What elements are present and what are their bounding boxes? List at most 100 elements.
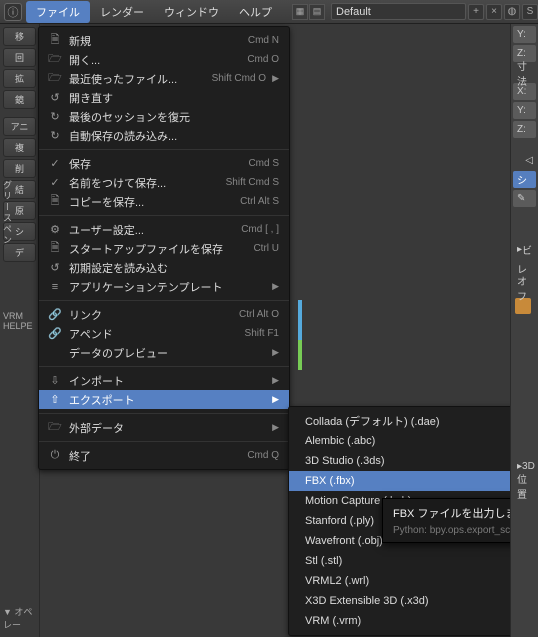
menu-item-shortcut: Ctrl Alt S [240,196,279,207]
menu-item-label: 開き直す [69,90,279,106]
menu-render[interactable]: レンダー [90,1,154,23]
⇧-icon: ⇧ [47,392,63,408]
export-item[interactable]: Stl (.stl) [289,551,533,571]
menu-item[interactable]: ⇩インポート▶ [39,371,289,390]
shelf-sect-0[interactable]: アニ [3,117,36,136]
menu-item-label: インポート [69,373,266,389]
menu-item[interactable]: ⇧エクスポート▶ [39,390,289,409]
tool-move[interactable]: 移 [3,27,36,46]
⏻-icon: ⏻ [47,448,63,464]
menu-item[interactable]: ✓保存Cmd S [39,154,289,173]
export-item[interactable]: Alembic (.abc) [289,431,533,451]
tool-scale[interactable]: 拡 [3,69,36,88]
dim-z[interactable]: Z: [513,121,536,138]
export-item[interactable]: 3D Studio (.3ds) [289,451,533,471]
menu-item[interactable]: 🗎新規Cmd N [39,31,289,50]
menu-item[interactable]: 🗁開く...Cmd O [39,50,289,69]
layout-switcher[interactable]: ▦ ▤ [292,4,325,20]
↻-icon: ↻ [47,109,63,125]
menu-item-shortcut: Cmd N [248,35,279,46]
vrm-helper-label: VRM HELPE [0,307,39,331]
menu-item[interactable]: ↺初期設定を読み込む [39,258,289,277]
⚙-icon: ⚙ [47,222,63,238]
menu-item[interactable]: ⏻ 終了Cmd Q [39,446,289,465]
🔗-icon: 🔗 [47,307,63,323]
panel-pos-label[interactable]: 位置 [513,477,536,494]
menu-item-shortcut: Ctrl Alt O [239,309,279,320]
menu-item-label: アペンド [69,326,245,342]
scene-selector[interactable]: Default [331,3,466,20]
dim-y[interactable]: Y: [513,102,536,119]
menu-item-label: アプリケーションテンプレート [69,279,266,295]
chevron-right-icon: ▶ [272,394,279,405]
menu-item-label: 名前をつけて保存... [69,175,226,191]
pencil-icon[interactable]: ✎ [513,190,536,207]
tooltip-python: Python: bpy.ops.export_scene [393,525,527,536]
🔗-icon: 🔗 [47,326,63,342]
menu-item[interactable]: ↻ 最後のセッションを復元 [39,107,289,126]
shelf-sect-2[interactable]: 削 [3,159,36,178]
menu-item-label: 新規 [69,33,248,49]
menu-help[interactable]: ヘルプ [229,1,282,23]
manipulator-gizmo [290,300,310,380]
menu-item-label: 最近使ったファイル... [69,71,212,87]
menu-item[interactable]: ✓名前をつけて保存...Shift Cmd S [39,173,289,192]
export-item[interactable]: FBX (.fbx) [289,471,533,491]
menu-item-shortcut: Cmd Q [247,450,279,461]
export-item[interactable]: Collada (デフォルト) (.dae) [289,411,533,431]
triangle-icon[interactable]: ◁ [513,152,536,169]
menu-item-shortcut: Ctrl U [253,243,279,254]
tool-rotate[interactable]: 回 [3,48,36,67]
menu-item-label: 終了 [69,448,247,464]
globe-icon[interactable]: ◍ [504,4,520,20]
axis-y[interactable]: Y: [513,26,536,43]
menu-item-label: スタートアップファイルを保存 [69,241,253,257]
menu-item[interactable]: 🔗リンクCtrl Alt O [39,305,289,324]
menu-item[interactable]: データのプレビュー▶ [39,343,289,362]
tool-mirror[interactable]: 鏡 [3,90,36,109]
✓-icon: ✓ [47,175,63,191]
top-menu-bar: ⓘ ファイル レンダー ウィンドウ ヘルプ ▦ ▤ Default + × ◍ … [0,0,538,24]
panel-tab-view[interactable]: ▸ ビ [513,241,536,258]
scene-remove-icon[interactable]: × [486,4,502,20]
scene-prefix[interactable]: S [522,4,538,20]
menu-item[interactable]: 🗎 スタートアップファイルを保存Ctrl U [39,239,289,258]
menu-item[interactable]: ≡アプリケーションテンプレート▶ [39,277,289,296]
menu-item[interactable]: ⚙ユーザー設定...Cmd [ , ] [39,220,289,239]
🗁-icon: 🗁 [47,52,63,68]
🗁-icon: 🗁 [47,420,63,436]
menu-item[interactable]: ↺開き直す [39,88,289,107]
menu-item[interactable]: ↻自動保存の読み込み... [39,126,289,145]
menu-item-label: 最後のセッションを復元 [69,109,279,125]
menu-item[interactable]: 🗁最近使ったファイル...Shift Cmd O▶ [39,69,289,88]
menu-window[interactable]: ウィンドウ [154,1,229,23]
vertical-tab-label[interactable]: グリースペン [1,180,14,246]
menu-item-shortcut: Shift F1 [245,328,279,339]
panel-tab-off[interactable]: オフ [513,279,536,296]
layout-icon-2[interactable]: ▤ [309,4,325,20]
scene-add-icon[interactable]: + [468,4,484,20]
↺-icon: ↺ [47,260,63,276]
dim-label: 寸法 [513,64,536,81]
menu-item-shortcut: Cmd S [248,158,279,169]
shelf-sect-1[interactable]: 複 [3,138,36,157]
🗎-icon: 🗎 [47,194,63,210]
menu-item[interactable]: 🗎コピーを保存...Ctrl Alt S [39,192,289,211]
chevron-right-icon: ▶ [272,347,279,358]
menu-item[interactable]: 🗁外部データ▶ [39,418,289,437]
export-item[interactable]: VRML2 (.wrl) [289,571,533,591]
🗎-icon: 🗎 [47,241,63,257]
menu-item-label: 開く... [69,52,247,68]
export-item[interactable]: X3D Extensible 3D (.x3d) [289,591,533,611]
operator-label: ▼ オペレー [0,601,39,637]
export-item[interactable]: VRM (.vrm) [289,611,533,631]
tool-shelf: 移 回 拡 鏡 アニ 複 削 結 原 シ デ VRM HELPE ▼ オペレー [0,24,40,637]
info-icon[interactable]: ⓘ [4,3,22,21]
layout-icon-1[interactable]: ▦ [292,4,308,20]
menu-item-label: 自動保存の読み込み... [69,128,279,144]
menu-item-label: ユーザー設定... [69,222,241,238]
menu-file[interactable]: ファイル [26,1,90,23]
menu-item[interactable]: 🔗 アペンドShift F1 [39,324,289,343]
panel-tab-shading[interactable]: シ [513,171,536,188]
menu-item-shortcut: Shift Cmd O [212,73,266,84]
